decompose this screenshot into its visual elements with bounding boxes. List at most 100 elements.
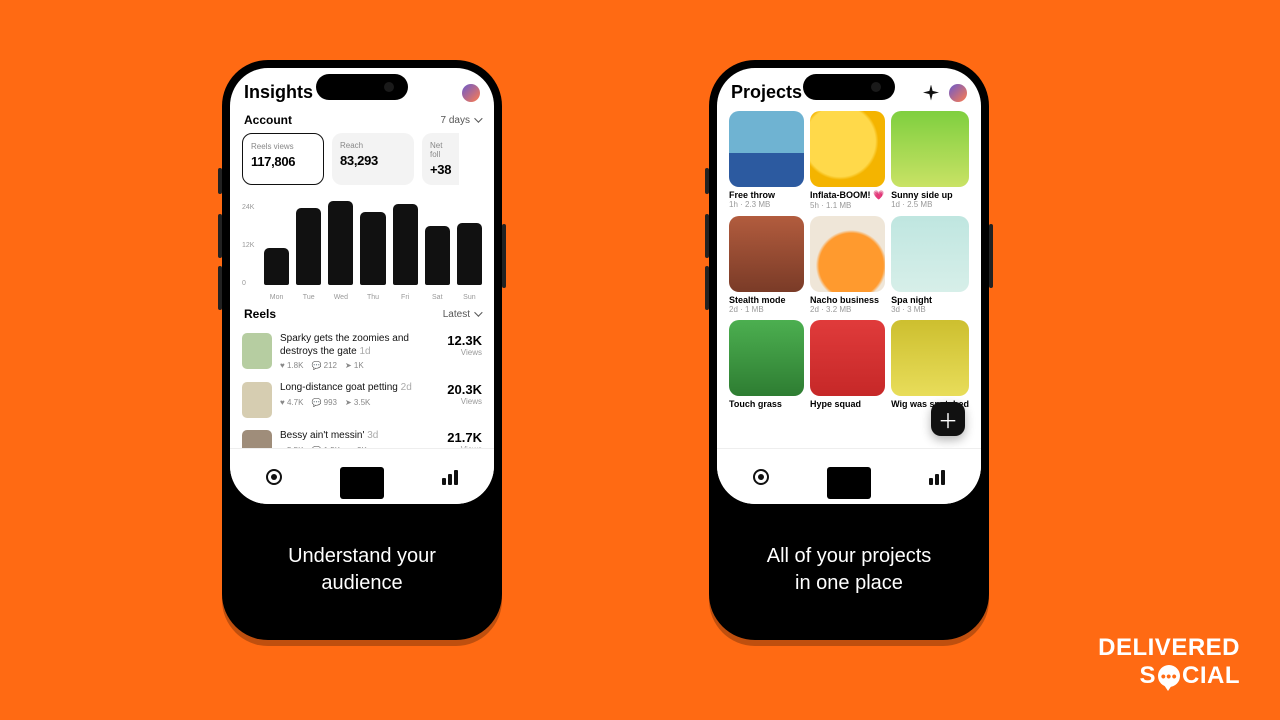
bars-icon: [929, 469, 945, 485]
project-thumbnail: [891, 216, 969, 292]
chart-bar: [328, 201, 353, 285]
project-title: Spa night: [891, 295, 969, 305]
dynamic-island: [316, 74, 408, 100]
bars-icon: [442, 469, 458, 485]
project-tile[interactable]: Free throw1h · 2.3 MB: [729, 111, 804, 210]
avatar[interactable]: [462, 84, 480, 102]
reels-sort-value: Latest: [443, 309, 470, 320]
phone-insights: Insights Account 7 days Reels views 117,…: [222, 60, 502, 640]
reel-thumbnail: [242, 333, 272, 369]
plus-icon: ＋: [938, 405, 958, 434]
project-tile[interactable]: Hype squad: [810, 320, 885, 409]
reel-title: Bessy ain't messin' 3d: [280, 430, 439, 443]
reel-meta: ♥ 4.7K💬 993➤ 3.5K: [280, 398, 439, 407]
metric-card-net-followers[interactable]: Net foll +38: [422, 133, 459, 185]
new-project-button[interactable]: ＋: [931, 402, 965, 436]
project-tile[interactable]: Sunny side up1d · 2.5 MB: [891, 111, 969, 210]
chevron-down-icon: [474, 114, 482, 122]
project-title: Inflata-BOOM! 💗: [810, 190, 885, 201]
chart-bar: [425, 226, 450, 285]
avatar[interactable]: [949, 84, 967, 102]
project-subtitle: 2d · 1 MB: [729, 305, 804, 314]
project-title: Sunny side up: [891, 190, 969, 200]
comments-count: 💬 212: [311, 361, 337, 370]
projects-screen: Projects Free throw1h · 2.3 MBInflata-BO…: [717, 68, 981, 504]
tab-record[interactable]: [739, 461, 783, 493]
tab-bar: [230, 448, 494, 504]
record-icon: [753, 469, 769, 485]
project-thumbnail: [810, 111, 885, 187]
chart-bar: [264, 248, 289, 285]
metric-value: 83,293: [340, 153, 406, 168]
tab-bar: [717, 448, 981, 504]
project-thumbnail: [729, 320, 804, 396]
metric-cards: Reels views 117,806 Reach 83,293 Net fol…: [240, 133, 484, 195]
project-subtitle: 2d · 3.2 MB: [810, 305, 885, 314]
project-thumbnail: [810, 320, 885, 396]
caption-right: All of your projects in one place: [717, 508, 981, 632]
reel-views: 12.3K: [447, 333, 482, 348]
project-thumbnail: [891, 320, 969, 396]
metric-label: Net foll: [430, 141, 451, 159]
project-tile[interactable]: Touch grass: [729, 320, 804, 409]
metric-value: +38: [430, 162, 451, 177]
project-subtitle: 1h · 2.3 MB: [729, 200, 804, 209]
tab-insights[interactable]: [428, 461, 472, 493]
metric-label: Reels views: [251, 142, 315, 151]
project-subtitle: 3d · 3 MB: [891, 305, 969, 314]
home-indicator: [827, 467, 871, 499]
project-tile[interactable]: Wig was snatched: [891, 320, 969, 409]
phone-projects: Projects Free throw1h · 2.3 MBInflata-BO…: [709, 60, 989, 640]
comments-count: 💬 993: [311, 398, 337, 407]
dynamic-island: [803, 74, 895, 100]
reel-row[interactable]: Sparky gets the zoomies and destroys the…: [240, 327, 484, 376]
delivered-social-logo: DELIVERED S ••• CIAL: [1098, 634, 1240, 690]
x-tick: Sat: [425, 294, 450, 301]
project-tile[interactable]: Spa night3d · 3 MB: [891, 216, 969, 314]
metric-value: 117,806: [251, 154, 315, 169]
page-title: Projects: [731, 82, 802, 103]
reels-section-label: Reels: [244, 307, 276, 321]
date-range-dropdown[interactable]: 7 days: [441, 115, 480, 126]
reel-title: Long-distance goat petting 2d: [280, 382, 439, 395]
x-tick: Tue: [296, 294, 321, 301]
speech-bubble-icon: •••: [1158, 665, 1180, 687]
reel-row[interactable]: Long-distance goat petting 2d♥ 4.7K💬 993…: [240, 376, 484, 424]
project-tile[interactable]: Stealth mode2d · 1 MB: [729, 216, 804, 314]
record-icon: [266, 469, 282, 485]
reel-meta: ♥ 1.8K💬 212➤ 1K: [280, 361, 439, 370]
date-range-value: 7 days: [441, 115, 470, 126]
project-thumbnail: [729, 111, 804, 187]
sparkle-icon[interactable]: [923, 85, 939, 101]
reel-views: 21.7K: [447, 430, 482, 445]
account-section-label: Account: [244, 113, 292, 127]
metric-card-reels-views[interactable]: Reels views 117,806: [242, 133, 324, 185]
tab-record[interactable]: [252, 461, 296, 493]
chevron-down-icon: [474, 308, 482, 316]
home-indicator: [340, 467, 384, 499]
project-title: Stealth mode: [729, 295, 804, 305]
reel-views-label: Views: [447, 397, 482, 406]
tab-insights[interactable]: [915, 461, 959, 493]
metric-card-reach[interactable]: Reach 83,293: [332, 133, 414, 185]
shares-count: ➤ 3.5K: [345, 398, 370, 407]
x-tick: Wed: [328, 294, 353, 301]
page-title: Insights: [244, 82, 313, 103]
views-bar-chart: 24K 12K 0 MonTueWedThuFriSatSun: [242, 195, 482, 301]
project-title: Nacho business: [810, 295, 885, 305]
project-tile[interactable]: Nacho business2d · 3.2 MB: [810, 216, 885, 314]
insights-screen: Insights Account 7 days Reels views 117,…: [230, 68, 494, 504]
reel-title: Sparky gets the zoomies and destroys the…: [280, 333, 439, 358]
x-tick: Thu: [360, 294, 385, 301]
project-thumbnail: [810, 216, 885, 292]
chart-bar: [393, 204, 418, 285]
project-tile[interactable]: Inflata-BOOM! 💗5h · 1.1 MB: [810, 111, 885, 210]
project-subtitle: 5h · 1.1 MB: [810, 201, 885, 210]
project-thumbnail: [729, 216, 804, 292]
chart-bar: [457, 223, 482, 285]
x-tick: Fri: [393, 294, 418, 301]
y-tick: 12K: [242, 242, 254, 249]
metric-label: Reach: [340, 141, 406, 150]
reels-sort-dropdown[interactable]: Latest: [443, 309, 480, 320]
caption-left: Understand your audience: [230, 508, 494, 632]
